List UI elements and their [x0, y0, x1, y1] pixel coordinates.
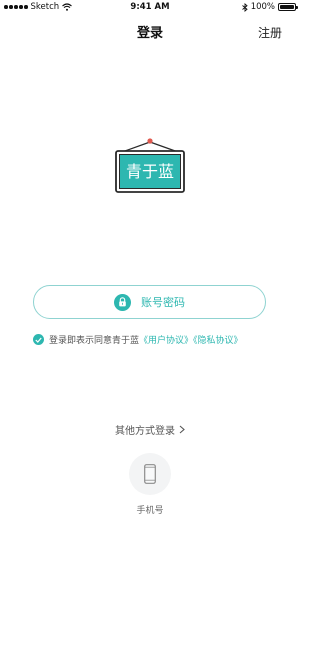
battery-percent: 100% [250, 2, 275, 12]
account-password-login-button[interactable]: 账号密码 [33, 285, 266, 319]
other-login-methods[interactable]: 其他方式登录 [0, 422, 300, 437]
agreement-prefix: 登录即表示同意青于蓝 [49, 336, 140, 346]
register-button[interactable]: 注册 [258, 24, 282, 41]
chevron-right-icon [179, 425, 185, 434]
agreement-text: 登录即表示同意青于蓝《用户协议》《隐私协议》 [49, 333, 243, 346]
lock-icon [114, 293, 131, 311]
status-bar: Sketch 9:41 AM 100% [0, 0, 300, 14]
battery-icon [278, 3, 298, 11]
phone-icon [144, 464, 156, 484]
privacy-agreement-link[interactable]: 《隐私协议》 [193, 336, 243, 346]
phone-login-button[interactable] [129, 453, 171, 495]
battery-level [280, 5, 294, 9]
bluetooth-icon [241, 2, 248, 12]
status-right: 100% [241, 2, 298, 12]
check-icon[interactable] [33, 334, 44, 345]
app-logo: 青于蓝 [113, 136, 187, 198]
user-agreement-link[interactable]: 《用户协议》 [139, 336, 193, 346]
other-login-label: 其他方式登录 [115, 426, 175, 437]
account-password-label: 账号密码 [141, 296, 185, 309]
logo-text: 青于蓝 [126, 162, 174, 181]
page-title: 登录 [136, 26, 163, 41]
agreement-row: 登录即表示同意青于蓝《用户协议》《隐私协议》 [33, 333, 243, 346]
phone-login-label: 手机号 [136, 506, 164, 516]
logo-sign-icon: 青于蓝 [115, 138, 185, 193]
